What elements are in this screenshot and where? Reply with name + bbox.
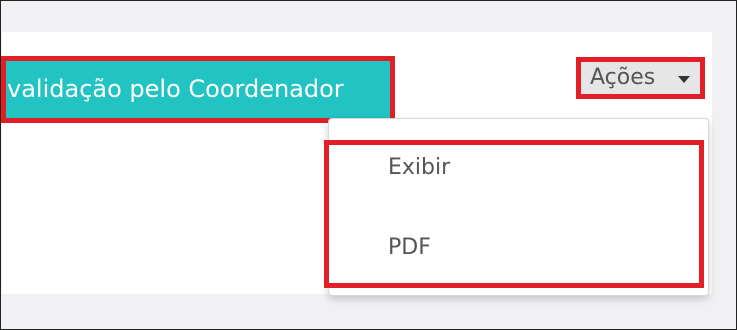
caret-down-icon (678, 76, 690, 83)
actions-menu (328, 118, 709, 296)
screenshot-frame: validação pelo Coordenador Ações Exibir … (0, 0, 737, 330)
top-bar (2, 2, 736, 32)
actions-label: Ações (590, 65, 656, 90)
right-gutter (712, 32, 736, 294)
menu-item-pdf[interactable]: PDF (388, 234, 431, 262)
validation-status-label: validação pelo Coordenador (7, 75, 344, 103)
menu-item-exibir[interactable]: Exibir (388, 154, 450, 182)
